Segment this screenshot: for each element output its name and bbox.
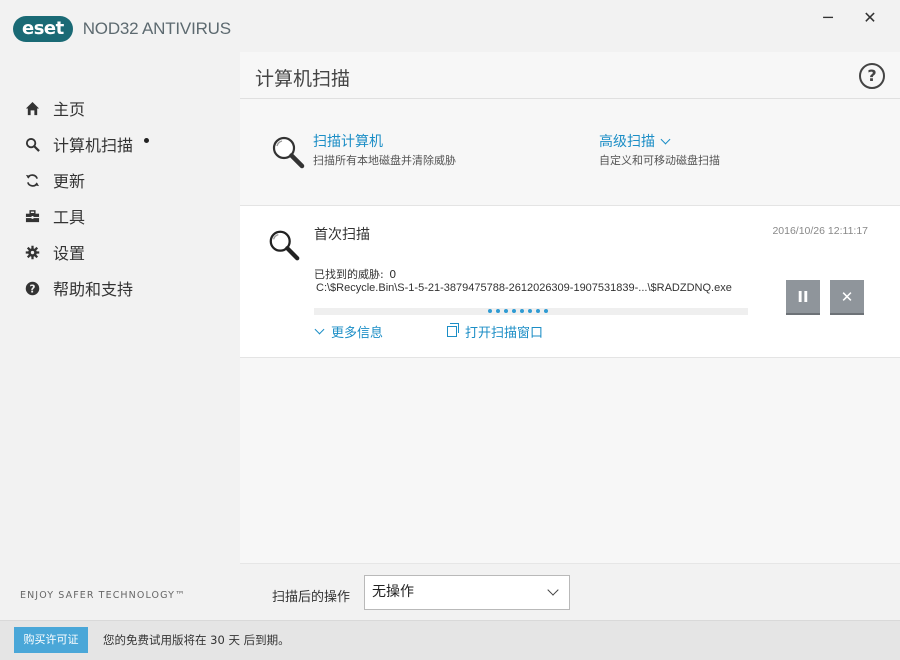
main-panel: 计算机扫描 ? 扫描计算机 扫描所有本地磁盘并清除威胁 高级扫描 自定义和可移动… [240, 52, 900, 620]
chevron-down-icon [547, 584, 559, 596]
magnifier-icon [269, 230, 300, 261]
divider [240, 98, 900, 99]
advanced-scan-action[interactable]: 高级扫描 自定义和可移动磁盘扫描 [599, 132, 720, 168]
advanced-scan-desc: 自定义和可移动磁盘扫描 [599, 154, 720, 167]
status-bar: 购买许可证 您的免费试用版将在 30 天 后到期。 [0, 620, 900, 660]
scan-name: 首次扫描 [314, 227, 370, 243]
trial-notice: 您的免费试用版将在 30 天 后到期。 [103, 633, 290, 647]
more-info-label: 更多信息 [331, 326, 384, 341]
minimize-button[interactable]: ─ [816, 6, 840, 30]
scan-computer-desc: 扫描所有本地磁盘并清除威胁 [313, 154, 456, 167]
sidebar-item-update[interactable]: 更新 [0, 162, 240, 198]
eset-logo: eset NOD32 ANTIVIRUS [13, 16, 231, 42]
current-scan-path: C:\$Recycle.Bin\S-1-5-21-3879475788-2612… [316, 282, 732, 294]
after-scan-label: 扫描后的操作 [272, 590, 351, 605]
sidebar-item-label: 更新 [53, 172, 86, 191]
sidebar-item-settings[interactable]: 设置 [0, 234, 240, 270]
sidebar-item-help[interactable]: ? 帮助和支持 [0, 270, 240, 306]
window-icon [447, 323, 459, 337]
sidebar: 主页 计算机扫描 更新 工具 设置 ? 帮助和支持 [0, 90, 240, 306]
logo-badge: eset [13, 16, 73, 42]
buy-license-button[interactable]: 购买许可证 [14, 627, 88, 653]
gear-icon [23, 243, 41, 261]
open-scan-window-label: 打开扫描窗口 [465, 326, 544, 341]
home-icon [23, 99, 41, 117]
help-button[interactable]: ? [859, 63, 885, 89]
sidebar-item-tools[interactable]: 工具 [0, 198, 240, 234]
search-icon [23, 135, 41, 153]
sidebar-item-label: 工具 [53, 208, 86, 227]
after-scan-bar: 扫描后的操作 无操作 [240, 563, 900, 620]
more-info-link[interactable]: 更多信息 [314, 322, 384, 341]
threats-count: 0 [389, 268, 397, 281]
pause-button[interactable]: II [786, 280, 820, 315]
threats-found: 已找到的威胁: 0 [314, 266, 396, 282]
sidebar-item-label: 主页 [53, 100, 86, 119]
page-title: 计算机扫描 [255, 68, 351, 90]
refresh-icon [23, 171, 41, 189]
after-scan-selected: 无操作 [372, 584, 414, 600]
scan-timestamp: 2016/10/26 12:11:17 [772, 225, 868, 237]
threats-label: 已找到的威胁: [314, 268, 384, 281]
after-scan-select[interactable]: 无操作 [364, 575, 570, 610]
chevron-down-icon [314, 324, 325, 335]
tagline: ENJOY SAFER TECHNOLOGY™ [20, 590, 186, 601]
stop-button[interactable]: ✕ [830, 280, 864, 315]
magnifier-icon [272, 136, 305, 169]
chevron-down-icon [660, 134, 671, 145]
svg-text:?: ? [29, 283, 35, 295]
sidebar-item-label: 计算机扫描 [53, 136, 134, 155]
advanced-scan-title: 高级扫描 [599, 134, 655, 150]
sidebar-item-home[interactable]: 主页 [0, 90, 240, 126]
sidebar-item-computer-scan[interactable]: 计算机扫描 [0, 126, 240, 162]
sidebar-item-label: 帮助和支持 [53, 280, 134, 299]
scan-computer-title: 扫描计算机 [313, 134, 383, 150]
close-window-button[interactable]: ✕ [858, 6, 882, 30]
product-name: NOD32 ANTIVIRUS [82, 19, 231, 38]
sidebar-item-label: 设置 [53, 244, 86, 263]
scan-computer-action[interactable]: 扫描计算机 扫描所有本地磁盘并清除威胁 [270, 132, 456, 170]
progress-indicator [488, 309, 548, 313]
open-scan-window-link[interactable]: 打开扫描窗口 [447, 322, 543, 341]
active-indicator [144, 137, 150, 143]
toolbox-icon [23, 207, 41, 225]
help-circle-icon: ? [23, 279, 41, 297]
scan-card: 首次扫描 2016/10/26 12:11:17 已找到的威胁: 0 C:\$R… [240, 205, 900, 358]
